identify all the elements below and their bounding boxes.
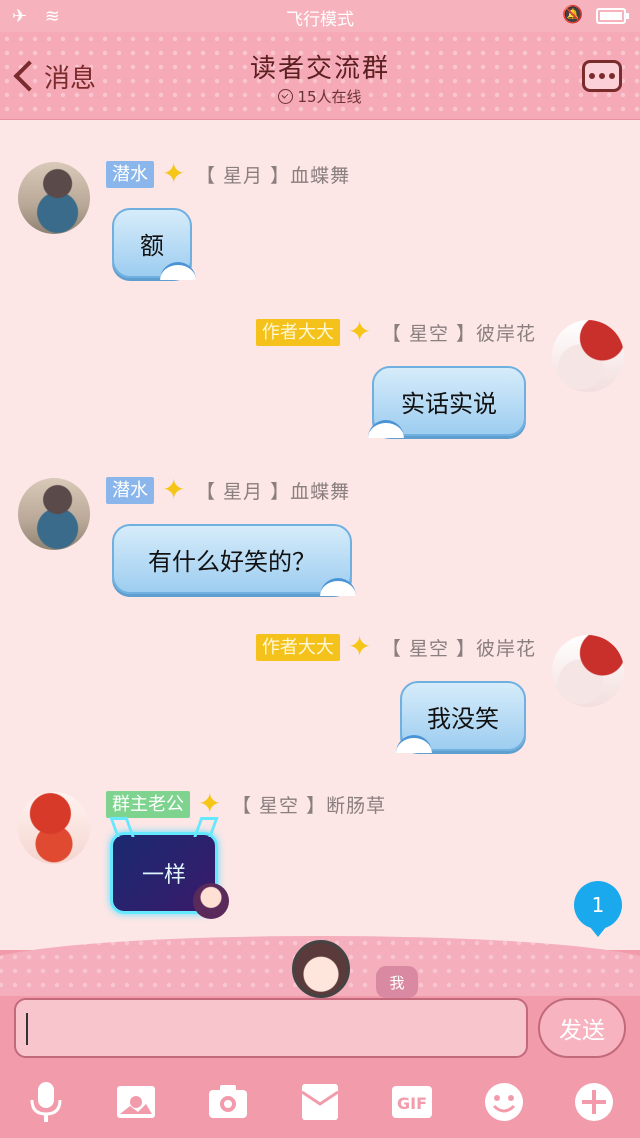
chat-toolbar: GIF — [0, 1068, 640, 1138]
message-input[interactable] — [14, 998, 528, 1058]
sender-meta: 作者大大 【 星空 】彼岸花 — [255, 630, 536, 663]
dot-icon — [599, 73, 605, 79]
message-text: 实话实说 — [401, 389, 497, 418]
role-badge: 群主老公 — [106, 790, 190, 818]
message-bubble[interactable]: 有什么好笑的？ — [112, 524, 356, 596]
sender-name: 【 星月 】血蝶舞 — [196, 164, 351, 187]
status-bar: ✈ ≋ 飞行模式 🔕 — [0, 0, 640, 32]
sender-meta: 作者大大 【 星空 】彼岸花 — [255, 315, 536, 348]
avatar[interactable] — [18, 478, 90, 550]
camera-icon[interactable] — [206, 1080, 250, 1124]
sender-meta: 潜水 【 星月 】血蝶舞 — [106, 473, 351, 506]
star-icon — [348, 630, 374, 663]
role-badge: 潜水 — [106, 160, 154, 188]
mascot-character-icon — [292, 940, 350, 998]
bell-mute-icon: 🔕 — [562, 5, 584, 25]
chat-header: 消息 读者交流群 15人在线 — [0, 32, 640, 120]
wave-decoration — [396, 735, 432, 753]
role-badge: 作者大大 — [255, 318, 340, 346]
send-button[interactable]: 发送 — [538, 998, 626, 1058]
star-icon — [162, 473, 188, 506]
avatar[interactable] — [18, 792, 90, 864]
wave-decoration — [160, 262, 196, 280]
role-badge: 潜水 — [106, 476, 154, 504]
group-title: 读者交流群 — [249, 54, 390, 84]
message-bubble[interactable]: 额 — [112, 208, 196, 280]
dot-icon — [609, 73, 615, 79]
unread-count-badge[interactable]: 1 — [574, 881, 622, 937]
star-icon — [348, 315, 374, 348]
message-bubble[interactable]: 实话实说 — [368, 366, 526, 438]
picture-icon[interactable] — [114, 1080, 158, 1124]
emoji-icon[interactable] — [482, 1080, 526, 1124]
sender-name: 【 星空 】彼岸花 — [381, 637, 536, 660]
text-caret — [26, 1013, 28, 1045]
microphone-icon[interactable] — [24, 1080, 68, 1124]
clock-icon — [278, 89, 294, 104]
role-badge: 作者大大 — [255, 633, 340, 661]
message-text: 有什么好笑的？ — [148, 547, 316, 576]
wave-decoration — [320, 578, 356, 596]
plus-icon[interactable] — [572, 1080, 616, 1124]
chibi-character-icon — [193, 883, 229, 919]
sticker-message[interactable]: 一样 — [109, 817, 229, 919]
sender-meta: 潜水 【 星月 】血蝶舞 — [106, 157, 351, 190]
sender-name: 【 星月 】血蝶舞 — [196, 480, 351, 503]
online-count: 15人在线 — [0, 86, 640, 107]
message-bubble[interactable]: 我没笑 — [396, 681, 526, 753]
sender-meta: 群主老公 【 星空 】断肠草 — [106, 787, 387, 820]
avatar[interactable] — [18, 162, 90, 234]
star-icon — [162, 157, 188, 190]
avatar[interactable] — [552, 320, 624, 392]
star-icon — [198, 787, 224, 820]
dot-icon — [589, 73, 595, 79]
status-mode-text: 飞行模式 — [286, 10, 354, 30]
gif-label: GIF — [397, 1094, 427, 1113]
sender-name: 【 星空 】彼岸花 — [381, 322, 536, 345]
online-text: 15人在线 — [297, 88, 362, 106]
battery-icon — [596, 8, 629, 24]
group-menu-button[interactable] — [582, 60, 622, 92]
cat-ear-decoration — [193, 817, 219, 837]
message-text: 我没笑 — [427, 704, 499, 733]
wave-decoration — [368, 420, 404, 438]
me-tag: 我 — [376, 966, 418, 998]
sender-name: 【 星空 】断肠草 — [232, 794, 387, 817]
gif-icon[interactable]: GIF — [390, 1080, 434, 1124]
cat-ear-decoration — [109, 817, 135, 837]
avatar[interactable] — [552, 635, 624, 707]
sticker-text: 一样 — [141, 863, 186, 888]
message-text: 额 — [140, 231, 164, 260]
envelope-icon[interactable] — [298, 1080, 342, 1124]
